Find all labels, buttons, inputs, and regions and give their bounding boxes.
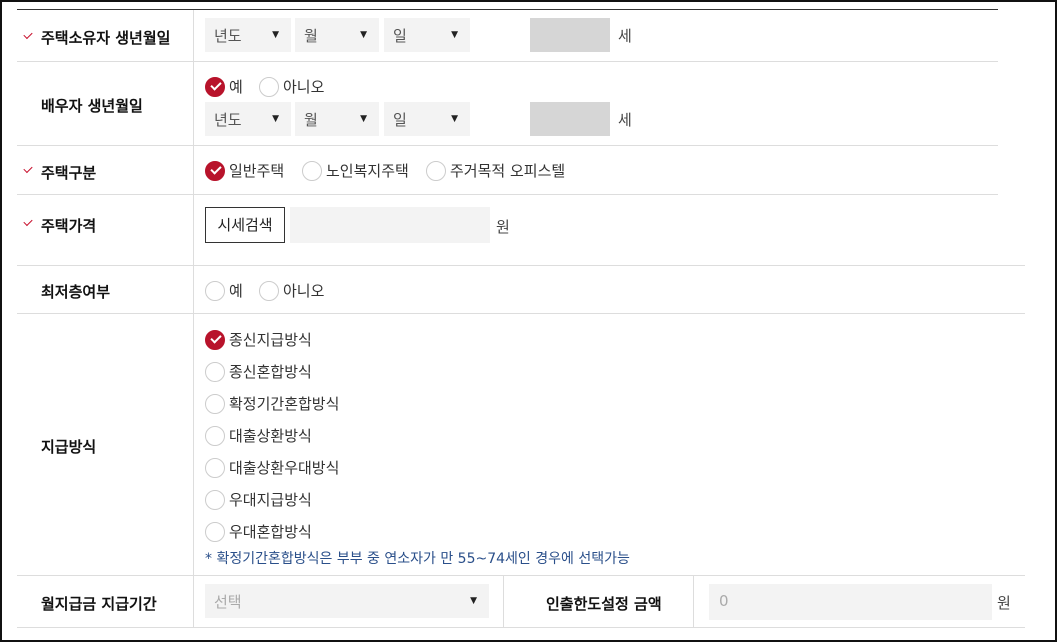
age-unit: 세 — [618, 111, 632, 129]
owner-day-select[interactable]: 일 ▼ — [384, 18, 470, 52]
row-divider — [17, 265, 1025, 266]
radio-checked-icon — [205, 329, 225, 350]
radio-checked-icon — [205, 76, 225, 97]
label-column-divider — [193, 10, 194, 627]
owner-age-box — [530, 18, 610, 52]
payment-option-radio[interactable]: 종신혼합방식 — [205, 361, 312, 382]
column-divider — [693, 575, 694, 627]
payment-option-radio[interactable]: 우대혼합방식 — [205, 521, 312, 542]
window-frame — [0, 0, 1057, 642]
radio-empty-icon — [302, 160, 322, 181]
radio-empty-icon — [205, 457, 225, 478]
withdrawal-limit-input[interactable]: 0 — [709, 584, 992, 620]
spouse-yes-radio[interactable]: 예 — [205, 76, 243, 97]
option-label: 우대혼합방식 — [229, 523, 312, 541]
radio-empty-icon — [205, 425, 225, 446]
spouse-month-select[interactable]: 월 ▼ — [295, 102, 379, 136]
radio-empty-icon — [205, 393, 225, 414]
caret-down-icon: ▼ — [470, 596, 477, 606]
option-label: 일반주택 — [229, 162, 285, 180]
radio-empty-icon — [426, 160, 446, 181]
option-label: 주거목적 오피스텔 — [450, 162, 566, 180]
caret-down-icon: ▼ — [451, 30, 458, 40]
radio-empty-icon — [205, 280, 225, 301]
table-top-border — [17, 9, 998, 10]
house-price-input[interactable] — [290, 207, 490, 243]
option-label: 아니오 — [283, 78, 325, 96]
house-type-general-radio[interactable]: 일반주택 — [205, 160, 284, 181]
spouse-year-select[interactable]: 년도 ▼ — [205, 102, 291, 136]
house-type-label: 주택구분 — [41, 164, 97, 182]
option-label: 노인복지주택 — [326, 162, 409, 180]
option-label: 종신지급방식 — [229, 331, 312, 349]
payment-note: * 확정기간혼합방식은 부부 중 연소자가 만 55~74세인 경우에 선택가능 — [205, 551, 630, 567]
payment-option-radio[interactable]: 대출상환방식 — [205, 425, 312, 446]
row-divider — [17, 575, 1025, 576]
select-value: 일 — [393, 111, 407, 129]
owner-month-select[interactable]: 월 ▼ — [295, 18, 379, 52]
caret-down-icon: ▼ — [360, 114, 367, 124]
select-value: 월 — [304, 27, 318, 45]
option-label: 예 — [229, 282, 243, 300]
option-label: 종신혼합방식 — [229, 363, 312, 381]
monthly-period-select[interactable]: 선택 ▼ — [205, 584, 489, 618]
withdrawal-limit-label: 인출한도설정 금액 — [546, 595, 662, 613]
caret-down-icon: ▼ — [451, 114, 458, 124]
select-value: 년도 — [214, 27, 242, 45]
spouse-age-box — [530, 102, 610, 136]
option-label: 아니오 — [283, 282, 325, 300]
monthly-period-label: 월지급금 지급기간 — [41, 595, 157, 613]
payment-option-radio[interactable]: 확정기간혼합방식 — [205, 393, 339, 414]
radio-empty-icon — [259, 76, 279, 97]
owner-year-select[interactable]: 년도 ▼ — [205, 18, 291, 52]
spouse-day-select[interactable]: 일 ▼ — [384, 102, 470, 136]
price-unit: 원 — [496, 218, 510, 236]
radio-checked-icon — [205, 160, 225, 181]
option-label: 예 — [229, 78, 243, 96]
row-divider — [17, 194, 998, 195]
select-value: 년도 — [214, 111, 242, 129]
withdrawal-unit: 원 — [997, 594, 1011, 612]
option-label: 대출상환방식 — [229, 427, 312, 445]
payment-option-radio[interactable]: 종신지급방식 — [205, 329, 312, 350]
select-value: 선택 — [214, 593, 242, 611]
house-price-label: 주택가격 — [41, 217, 97, 235]
house-type-senior-radio[interactable]: 노인복지주택 — [302, 160, 409, 181]
lowest-floor-no-radio[interactable]: 아니오 — [259, 280, 324, 301]
select-value: 월 — [304, 111, 318, 129]
spouse-birth-label: 배우자 생년월일 — [41, 97, 143, 115]
owner-birth-label: 주택소유자 생년월일 — [41, 29, 171, 47]
row-divider — [17, 313, 1025, 314]
option-label: 우대지급방식 — [229, 491, 312, 509]
option-label: 확정기간혼합방식 — [229, 395, 340, 413]
column-divider — [503, 575, 504, 627]
payment-method-label: 지급방식 — [41, 438, 97, 456]
lowest-floor-yes-radio[interactable]: 예 — [205, 280, 243, 301]
lowest-floor-label: 최저층여부 — [41, 283, 111, 301]
payment-option-radio[interactable]: 우대지급방식 — [205, 489, 312, 510]
radio-empty-icon — [205, 521, 225, 542]
caret-down-icon: ▼ — [272, 114, 279, 124]
radio-empty-icon — [205, 489, 225, 510]
payment-option-radio[interactable]: 대출상환우대방식 — [205, 457, 339, 478]
house-type-officetel-radio[interactable]: 주거목적 오피스텔 — [426, 160, 565, 181]
caret-down-icon: ▼ — [360, 30, 367, 40]
row-divider — [17, 145, 998, 146]
price-search-button[interactable]: 시세검색 — [205, 207, 285, 243]
row-divider — [17, 627, 1025, 628]
spouse-no-radio[interactable]: 아니오 — [259, 76, 324, 97]
age-unit: 세 — [618, 27, 632, 45]
radio-empty-icon — [259, 280, 279, 301]
select-value: 일 — [393, 27, 407, 45]
option-label: 대출상환우대방식 — [229, 459, 340, 477]
radio-empty-icon — [205, 361, 225, 382]
row-divider — [17, 61, 998, 62]
caret-down-icon: ▼ — [272, 30, 279, 40]
